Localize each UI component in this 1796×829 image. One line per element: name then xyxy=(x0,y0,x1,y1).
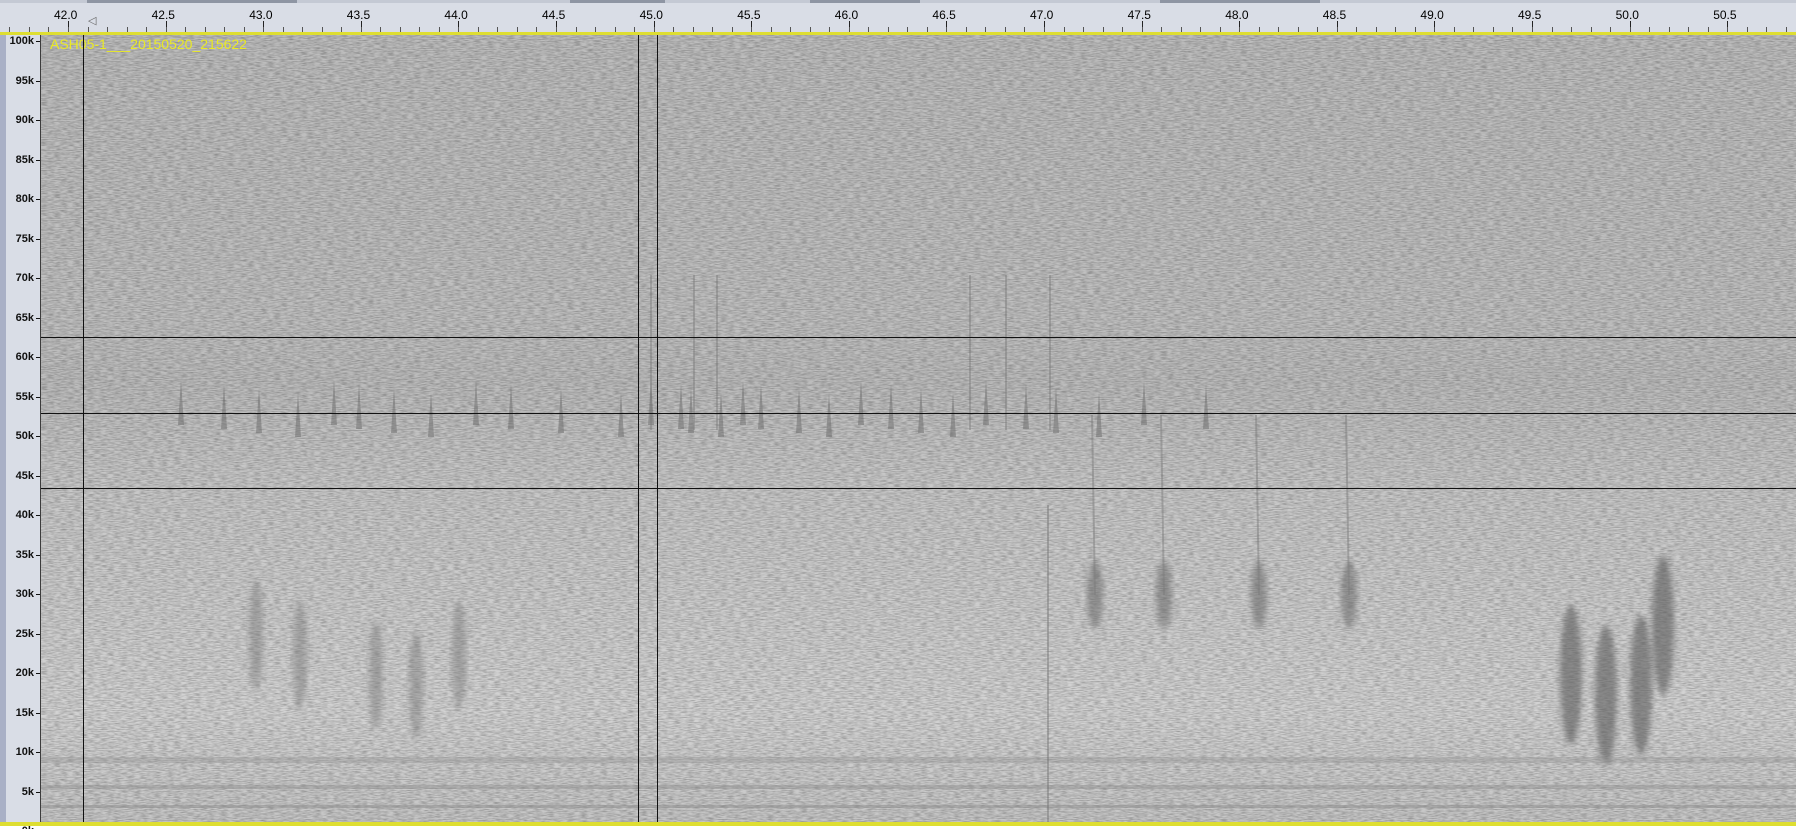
ruler-tick-label: 42.0 xyxy=(54,8,78,22)
cursor-line-start[interactable] xyxy=(83,35,84,822)
frequency-tick xyxy=(36,120,40,121)
ruler-tick-label: 46.0 xyxy=(834,8,859,22)
ruler-tick-label: 45.5 xyxy=(737,8,761,22)
frequency-tick xyxy=(36,713,40,714)
ruler-tick-label: 45.0 xyxy=(639,8,663,22)
audio-editor-window: 42.0 42.5 43.0 43.5 44.0 44.5 45.0 45.5 46.0 46.5… xyxy=(0,0,1796,829)
frequency-label: 45k xyxy=(15,469,34,482)
spectrogram-view[interactable]: ASH05-1___20150520_215622 xyxy=(41,35,1796,822)
frequency-marker-line-50k xyxy=(41,413,1796,414)
ruler-tick-label: 46.5 xyxy=(932,8,956,22)
ruler-tick-label: 44.0 xyxy=(444,8,468,22)
ruler-tick-label: 49.0 xyxy=(1420,8,1444,22)
frequency-tick xyxy=(36,752,40,753)
ruler-tick-area: 42.0 42.5 43.0 43.5 44.0 44.5 45.0 45.5 46.0 46.5… xyxy=(0,0,1796,32)
selection-boundary-line[interactable] xyxy=(638,35,639,822)
frequency-tick xyxy=(36,515,40,516)
spectrogram-call-mark xyxy=(409,630,423,740)
frequency-tick xyxy=(36,357,40,358)
frequency-label: 30k xyxy=(15,588,34,600)
spectrogram-call-mark xyxy=(41,785,1796,789)
frequency-label: 20k xyxy=(15,667,34,679)
frequency-axis: 100k 95k 90k 85k 80k 75k 70k 65k 60k 55k 50k 45k 40k… xyxy=(0,35,41,829)
frequency-label: 75k xyxy=(15,232,34,245)
track-name-label[interactable]: ASH05-1___20150520_215622 xyxy=(50,36,247,52)
frequency-label: 90k xyxy=(15,114,34,126)
play-start-marker-icon[interactable]: ◁ xyxy=(88,14,96,27)
spectrogram-call-mark xyxy=(1595,625,1617,765)
spectrogram-call-mark xyxy=(249,580,263,690)
frequency-label: 5k xyxy=(21,785,34,798)
frequency-tick xyxy=(36,673,40,674)
frequency-label: 40k xyxy=(15,509,34,521)
frequency-marker-line-40k xyxy=(41,488,1796,489)
frequency-tick xyxy=(36,634,40,635)
frequency-tick xyxy=(36,436,40,437)
frequency-tick xyxy=(36,476,40,477)
frequency-tick xyxy=(36,555,40,556)
spectrogram-call-mark xyxy=(41,757,1796,763)
track-control-strip[interactable] xyxy=(0,35,6,822)
spectrogram-call-mark xyxy=(293,600,307,710)
ruler-tick-label: 47.0 xyxy=(1030,8,1054,22)
track-selection-border-bottom xyxy=(0,822,1796,826)
frequency-tick xyxy=(36,160,40,161)
spectrogram-call-mark xyxy=(41,805,1796,808)
ruler-tick-label: 43.0 xyxy=(249,8,273,22)
frequency-label: 85k xyxy=(15,153,34,166)
ruler-tick-label: 47.5 xyxy=(1127,8,1151,22)
frequency-label: 80k xyxy=(15,193,34,205)
ruler-tick-label: 43.5 xyxy=(346,8,371,22)
frequency-label: 60k xyxy=(15,351,34,363)
frequency-tick xyxy=(36,199,40,200)
spectrogram-call-mark xyxy=(1560,605,1582,745)
spectrogram-call-mark xyxy=(369,620,383,730)
frequency-label: 100k xyxy=(9,35,34,47)
frequency-label: 65k xyxy=(15,311,34,324)
frequency-label: 95k xyxy=(15,74,34,87)
frequency-label: 25k xyxy=(15,627,34,640)
frequency-tick xyxy=(36,239,40,240)
spectrogram-call-mark xyxy=(1652,555,1674,695)
frequency-label: 10k xyxy=(15,746,34,758)
selection-boundary-line[interactable] xyxy=(657,35,658,822)
frequency-label: 15k xyxy=(15,706,34,719)
frequency-label: 70k xyxy=(15,272,34,284)
ruler-tick-label: 49.5 xyxy=(1518,8,1542,22)
frequency-tick xyxy=(36,81,40,82)
frequency-label: 35k xyxy=(15,548,34,561)
frequency-tick xyxy=(36,594,40,595)
ruler-tick-label: 48.0 xyxy=(1225,8,1249,22)
ruler-tick-label: 50.5 xyxy=(1713,8,1737,22)
frequency-label: 55k xyxy=(15,390,34,403)
frequency-tick xyxy=(36,792,40,793)
spectrogram-image xyxy=(41,35,1796,822)
spectrogram-call-mark xyxy=(452,600,466,710)
ruler-tick-label: 44.5 xyxy=(542,8,566,22)
frequency-label: 50k xyxy=(15,430,34,442)
frequency-tick xyxy=(36,318,40,319)
frequency-tick xyxy=(36,397,40,398)
timeline-ruler[interactable]: 42.0 42.5 43.0 43.5 44.0 44.5 45.0 45.5 46.0 46.5… xyxy=(0,0,1796,33)
frequency-marker-line-60k xyxy=(41,337,1796,338)
frequency-tick xyxy=(36,278,40,279)
ruler-tick-label: 48.5 xyxy=(1322,8,1347,22)
ruler-tick-label: 50.0 xyxy=(1615,8,1639,22)
spectrogram-call-mark xyxy=(1630,615,1652,755)
frequency-tick xyxy=(36,41,40,42)
ruler-tick-label: 42.5 xyxy=(151,8,175,22)
